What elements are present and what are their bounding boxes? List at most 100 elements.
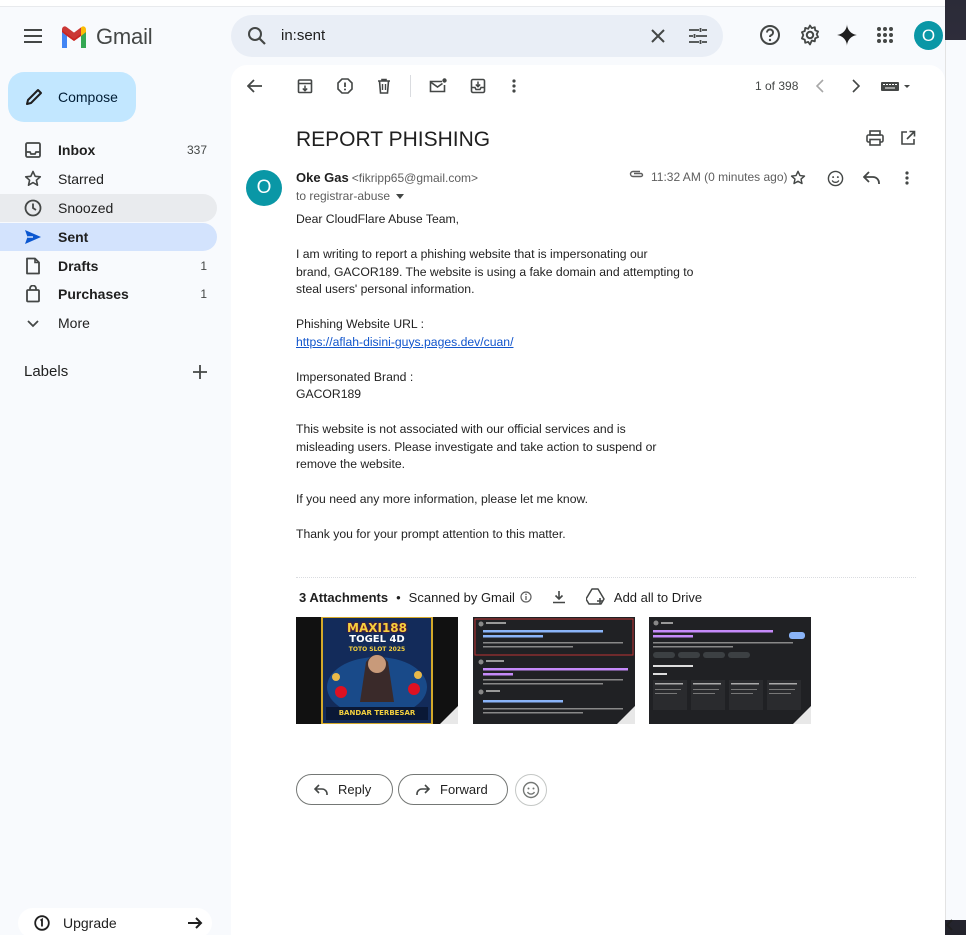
sidebar-item-label: Purchases bbox=[58, 286, 129, 302]
report-spam-icon[interactable] bbox=[334, 75, 356, 97]
move-to-icon[interactable] bbox=[467, 75, 489, 97]
archive-icon[interactable] bbox=[294, 75, 316, 97]
page-fold bbox=[617, 706, 635, 724]
pencil-icon bbox=[26, 89, 42, 105]
phishing-url-link[interactable]: https://aflah-disini-guys.pages.dev/cuan… bbox=[296, 335, 513, 349]
recipients-dropdown[interactable]: to registrar-abuse bbox=[296, 189, 405, 203]
browser-top-strip bbox=[0, 0, 966, 7]
shopping-bag-icon bbox=[26, 285, 40, 303]
more-vert-icon[interactable] bbox=[503, 75, 525, 97]
forward-button[interactable]: Forward bbox=[398, 774, 508, 805]
clock-icon bbox=[24, 199, 42, 217]
sidebar-item-inbox[interactable]: Inbox 337 bbox=[0, 136, 217, 164]
emoji-reaction-button[interactable] bbox=[515, 774, 547, 806]
sidebar-item-drafts[interactable]: Drafts 1 bbox=[0, 252, 217, 280]
delete-trash-icon[interactable] bbox=[373, 75, 395, 97]
upgrade-button[interactable]: Upgrade bbox=[18, 908, 212, 935]
add-all-to-drive-label: Add all to Drive bbox=[613, 589, 703, 605]
purchases-count: 1 bbox=[200, 287, 207, 301]
toolbar-divider bbox=[410, 75, 411, 97]
reply-label: Reply bbox=[338, 782, 372, 797]
attachment-clip-icon bbox=[629, 170, 644, 178]
body-paragraph-line: steal users' personal information. bbox=[296, 282, 475, 296]
clear-search-icon[interactable] bbox=[646, 24, 670, 48]
body-paragraph-line: brand, GACOR189. The website is using a … bbox=[296, 264, 694, 279]
attachments-divider bbox=[296, 577, 916, 578]
search-bar[interactable]: in:sent bbox=[231, 15, 723, 57]
desktop-background-edge bbox=[945, 0, 966, 935]
smiley-icon bbox=[522, 781, 540, 799]
forward-icon bbox=[416, 783, 430, 795]
sidebar-item-more[interactable]: More bbox=[0, 309, 217, 337]
brand-value: GACOR189 bbox=[296, 387, 362, 401]
add-reaction-emoji-icon[interactable] bbox=[824, 167, 846, 189]
keyboard-input-icon[interactable] bbox=[879, 75, 913, 97]
attachment-thumbnail[interactable] bbox=[649, 617, 811, 724]
settings-gear-icon[interactable] bbox=[796, 21, 824, 49]
attachment-thumbnail[interactable]: MAXI188 TOGEL 4D TOTO SLOT 2025 BANDAR T… bbox=[296, 617, 458, 724]
sender-email: <fikripp65@gmail.com> bbox=[351, 171, 478, 185]
message-more-vert-icon[interactable] bbox=[896, 167, 918, 189]
attachment-thumbnail[interactable] bbox=[473, 617, 635, 724]
newer-chevron-right-icon[interactable] bbox=[845, 75, 867, 97]
reply-icon bbox=[314, 783, 328, 795]
account-avatar[interactable]: O bbox=[914, 21, 943, 50]
body-greeting: Dear CloudFlare Abuse Team, bbox=[296, 212, 460, 226]
pagination-count: 1 of 398 bbox=[755, 79, 799, 93]
sidebar-item-starred[interactable]: Starred bbox=[0, 165, 217, 193]
forward-label: Forward bbox=[440, 782, 488, 797]
sender-line: Oke Gas <fikripp65@gmail.com> bbox=[296, 170, 478, 185]
side-panel bbox=[945, 40, 966, 920]
drafts-count: 1 bbox=[200, 259, 207, 273]
main-menu-button[interactable] bbox=[18, 21, 50, 51]
older-chevron-left-icon[interactable] bbox=[809, 75, 831, 97]
gmail-m-icon bbox=[62, 26, 86, 48]
sender-avatar[interactable]: O bbox=[246, 170, 282, 206]
mark-unread-icon[interactable] bbox=[427, 75, 449, 97]
chevron-down-icon bbox=[27, 320, 39, 328]
print-icon[interactable] bbox=[864, 127, 886, 149]
sidebar-item-label: Sent bbox=[58, 229, 89, 245]
app-name: Gmail bbox=[96, 24, 153, 49]
inbox-icon bbox=[25, 142, 41, 158]
sidebar-item-sent[interactable]: Sent bbox=[0, 223, 217, 251]
labels-heading: Labels bbox=[24, 363, 69, 380]
banner-title: MAXI188 bbox=[347, 621, 407, 635]
help-icon[interactable] bbox=[756, 21, 784, 49]
scanned-label: Scanned by Gmail bbox=[408, 589, 515, 605]
email-body: Dear CloudFlare Abuse Team, I am writing… bbox=[296, 211, 716, 544]
recipient-text: to registrar-abuse bbox=[296, 189, 391, 203]
gemini-sparkle-icon[interactable] bbox=[833, 21, 861, 49]
sidebar-item-label: Drafts bbox=[58, 258, 99, 274]
sidebar-item-label: Starred bbox=[58, 171, 104, 187]
page-fold bbox=[793, 706, 811, 724]
gmail-logo[interactable]: Gmail bbox=[60, 24, 153, 50]
info-icon[interactable] bbox=[520, 591, 532, 603]
add-label-icon[interactable] bbox=[190, 362, 210, 382]
body-closing: Thank you for your prompt attention to t… bbox=[296, 527, 566, 541]
attachments-count: 3 Attachments bbox=[299, 589, 389, 605]
search-input[interactable]: in:sent bbox=[281, 27, 325, 44]
reply-button[interactable]: Reply bbox=[296, 774, 393, 805]
upgrade-label: Upgrade bbox=[63, 915, 117, 931]
compose-button[interactable]: Compose bbox=[8, 72, 136, 122]
email-subject: REPORT PHISHING bbox=[296, 128, 491, 151]
reply-arrow-icon[interactable] bbox=[860, 167, 882, 189]
page-fold bbox=[440, 706, 458, 724]
upgrade-circle-icon bbox=[34, 915, 50, 931]
open-new-window-icon[interactable] bbox=[897, 127, 919, 149]
sidebar-item-purchases[interactable]: Purchases 1 bbox=[0, 280, 217, 308]
arrow-right-icon bbox=[188, 917, 203, 929]
add-all-to-drive-button[interactable]: Add all to Drive bbox=[585, 588, 703, 606]
side-panel-collapse-icon[interactable] bbox=[940, 915, 960, 935]
search-overview-screenshot bbox=[649, 617, 811, 724]
star-message-icon[interactable] bbox=[787, 167, 809, 189]
download-all-icon[interactable] bbox=[552, 590, 566, 604]
search-options-icon[interactable] bbox=[686, 24, 710, 48]
sidebar-item-snoozed[interactable]: Snoozed bbox=[0, 194, 217, 222]
apps-grid-icon[interactable] bbox=[871, 21, 899, 49]
sender-name[interactable]: Oke Gas bbox=[296, 170, 349, 185]
drive-add-icon bbox=[585, 588, 605, 605]
back-arrow-icon[interactable] bbox=[244, 75, 266, 97]
search-icon[interactable] bbox=[245, 24, 269, 48]
